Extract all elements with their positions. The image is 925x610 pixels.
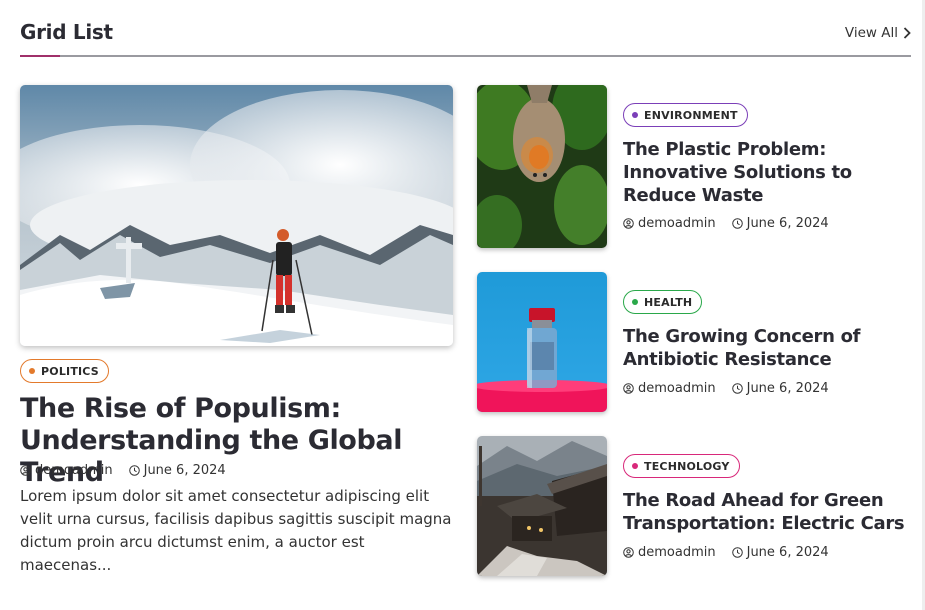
featured-image[interactable] [20,85,453,346]
user-icon [20,465,31,476]
category-badge-politics[interactable]: POLITICS [20,359,109,383]
category-dot [632,299,638,305]
card-meta: demoadmin June 6, 2024 [623,545,829,560]
featured-meta: demoadmin June 6, 2024 [20,463,226,478]
author-name[interactable]: demoadmin [638,216,716,231]
post-date: June 6, 2024 [746,216,829,231]
clock-icon [128,465,140,476]
section-header: Grid List View All [20,18,911,58]
category-dot [29,368,35,374]
card-image[interactable] [477,272,607,412]
section-title: Grid List [20,20,113,44]
card-title[interactable]: The Growing Concern of Antibiotic Resist… [623,325,913,371]
section-divider [20,55,911,57]
article-card: ENVIRONMENT The Plastic Problem: Innovat… [477,85,911,249]
clock-icon [731,218,743,229]
bat-image [477,85,607,248]
vial-image [477,272,607,412]
card-title[interactable]: The Plastic Problem: Innovative Solution… [623,138,913,207]
card-title[interactable]: The Road Ahead for Green Transportation:… [623,489,913,535]
category-badge-environment[interactable]: ENVIRONMENT [623,103,748,127]
category-label: TECHNOLOGY [644,459,730,473]
village-image [477,436,607,576]
author-name[interactable]: demoadmin [35,463,113,478]
article-card: TECHNOLOGY The Road Ahead for Green Tran… [477,436,911,600]
category-dot [632,112,638,118]
chevron-right-icon [903,27,911,39]
user-icon [623,383,634,394]
post-date: June 6, 2024 [746,545,829,560]
author-name[interactable]: demoadmin [638,381,716,396]
view-all-label: View All [844,25,898,41]
user-icon [623,547,634,558]
author-name[interactable]: demoadmin [638,545,716,560]
mountain-climber-image [20,85,453,346]
view-all-link[interactable]: View All [845,25,911,41]
featured-article: POLITICS The Rise of Populism: Understan… [20,85,453,574]
clock-icon [731,547,743,558]
featured-excerpt: Lorem ipsum dolor sit amet consectetur a… [20,487,452,574]
clock-icon [731,383,743,394]
category-badge-technology[interactable]: TECHNOLOGY [623,454,740,478]
card-image[interactable] [477,85,607,248]
card-meta: demoadmin June 6, 2024 [623,216,829,231]
category-label: ENVIRONMENT [644,108,738,122]
category-dot [632,463,638,469]
card-image[interactable] [477,436,607,576]
post-date: June 6, 2024 [143,463,226,478]
post-date: June 6, 2024 [746,381,829,396]
user-icon [623,218,634,229]
category-label: POLITICS [41,364,99,378]
category-badge-health[interactable]: HEALTH [623,290,703,314]
card-meta: demoadmin June 6, 2024 [623,381,829,396]
category-label: HEALTH [644,295,693,309]
article-card: HEALTH The Growing Concern of Antibiotic… [477,272,911,436]
